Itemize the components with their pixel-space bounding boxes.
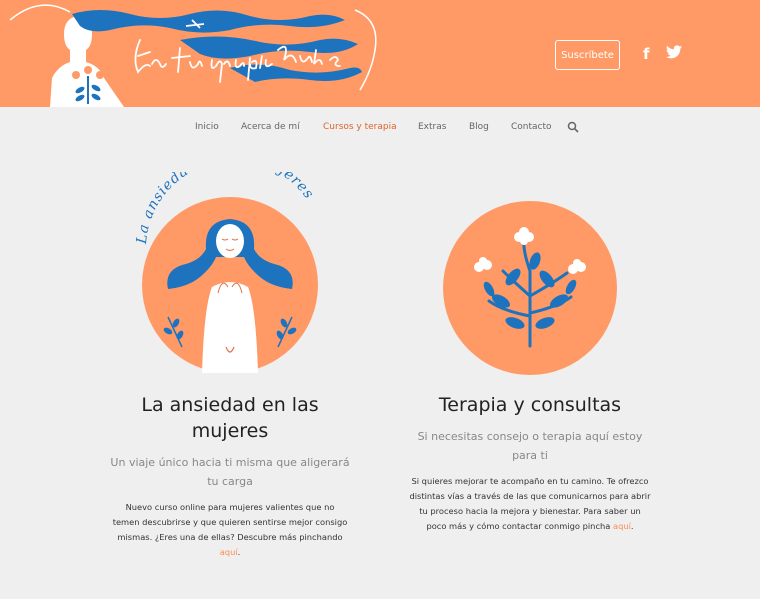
course-link[interactable]: aquí — [220, 547, 238, 557]
therapy-title: Terapia y consultas — [438, 394, 622, 416]
course-image-text: La ansiedad en las mujeres — [134, 172, 316, 246]
nav-item-blog[interactable]: Blog — [469, 122, 489, 132]
course-description-end: . — [237, 547, 241, 557]
subscribe-button[interactable]: Suscríbete — [555, 40, 620, 70]
flower-illustration — [474, 227, 586, 348]
nav-item-contacto[interactable]: Contacto — [511, 122, 552, 132]
course-description: Nuevo curso online para mujeres valiente… — [112, 500, 348, 560]
nav-item-extras[interactable]: Extras — [418, 122, 446, 132]
course-description-text: Nuevo curso online para mujeres valiente… — [112, 502, 348, 542]
main-nav: Inicio Acerca de mí Cursos y terapia Ext… — [0, 107, 760, 147]
therapy-link[interactable]: aquí — [613, 521, 631, 531]
twitter-icon[interactable] — [666, 45, 682, 63]
course-subtitle: Un viaje único hacia ti misma que aliger… — [110, 456, 350, 488]
therapy-description-end: . — [630, 521, 634, 531]
search-icon[interactable] — [567, 121, 579, 133]
course-title: La ansiedad en las mujeres — [141, 394, 319, 442]
therapy-image[interactable] — [443, 201, 617, 375]
facebook-icon[interactable]: f — [643, 45, 650, 63]
therapy-description: Si quieres mejorar te acompaño en tu cam… — [408, 474, 652, 534]
svg-text:La ansiedad en las mujeres: La ansiedad en las mujeres — [134, 172, 317, 246]
therapy-subtitle: Si necesitas consejo o terapia aquí esto… — [417, 430, 643, 462]
site-header: Suscríbete f — [0, 0, 760, 107]
nav-item-acerca[interactable]: Acerca de mí — [241, 122, 300, 132]
nav-item-inicio[interactable]: Inicio — [195, 122, 219, 132]
course-image-lettering: La ansiedad en las mujeres — [134, 172, 317, 246]
site-logo[interactable] — [0, 0, 400, 107]
nav-item-cursos[interactable]: Cursos y terapia — [323, 122, 397, 132]
